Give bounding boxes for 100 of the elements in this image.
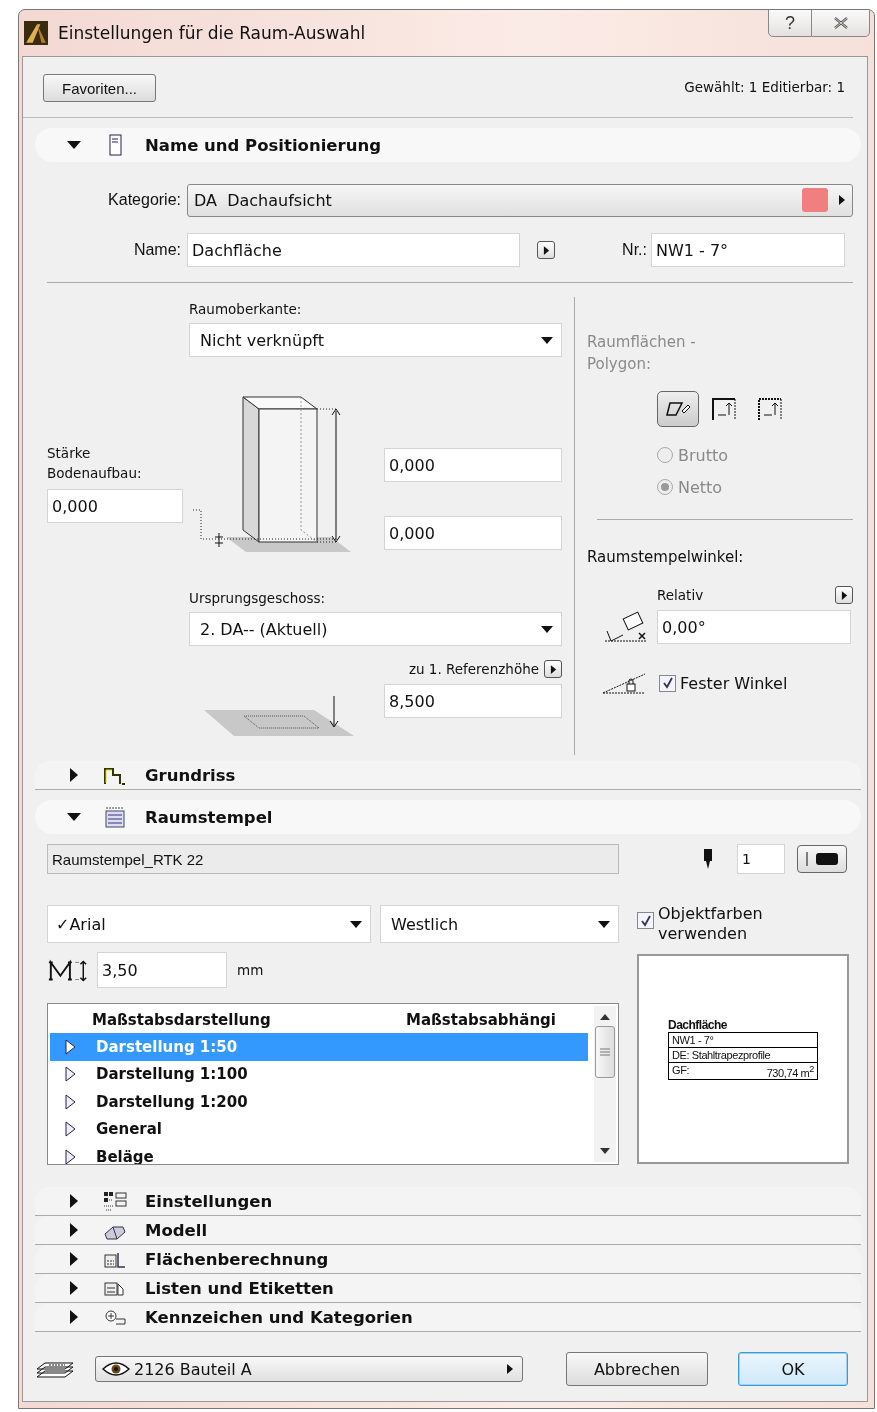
pen-field[interactable]: 1 (737, 844, 785, 874)
section-icon (103, 1189, 127, 1213)
arrow-icon (840, 589, 848, 601)
scroll-up-icon (600, 1014, 610, 1020)
font-dropdown[interactable]: ✓Arial (47, 905, 371, 943)
collapse-triangle-icon (67, 140, 81, 150)
check-icon (639, 914, 652, 927)
preview-line: NW1 - 7° (669, 1032, 817, 1048)
close-icon (832, 17, 849, 29)
check-icon (661, 677, 674, 689)
line-type-icon (804, 851, 840, 867)
checkbox-label: Objektfarben verwenden (658, 904, 764, 944)
section-header[interactable]: Einstellungen (35, 1187, 861, 1216)
category-dropdown[interactable]: DA Dachaufsicht (187, 183, 853, 217)
section-header[interactable]: Listen und Etiketten (35, 1274, 861, 1303)
section-icon (103, 805, 127, 829)
expand-triangle-icon (64, 1038, 76, 1055)
text-height-icon (47, 958, 89, 982)
field-label: Ursprungsgeschoss: (189, 590, 327, 606)
top-link-dropdown[interactable]: Nicht verknüpft (189, 323, 562, 357)
library-part-field: Raumstempel_RTK 22 (47, 844, 619, 874)
scrollbar[interactable] (594, 1006, 616, 1162)
field-label: Stärke Bodenaufbau: (47, 444, 143, 483)
field-label: zu 1. Referenzhöhe (408, 661, 539, 677)
expand-triangle-icon (64, 1093, 76, 1110)
section-header[interactable]: Raumstempel (35, 800, 861, 834)
expand-triangle-icon (69, 1281, 79, 1295)
field-label: Raumstempelwinkel: (587, 548, 745, 566)
section-header[interactable]: Flächenberechnung (35, 1245, 861, 1274)
checkbox[interactable] (659, 674, 676, 692)
field-label: Raumflächen - Polygon: (587, 332, 697, 375)
checkbox[interactable] (637, 912, 654, 929)
field-label: Nr.: (621, 241, 648, 259)
arrow-icon (549, 663, 557, 675)
close-button[interactable] (812, 10, 870, 37)
arrow-button[interactable] (835, 586, 853, 604)
section-header[interactable]: Name und Positionierung (35, 128, 861, 162)
boundary-icon (710, 396, 738, 422)
line-type-button[interactable] (797, 845, 847, 873)
section-header[interactable]: Grundriss (35, 761, 861, 790)
radio-label: Brutto (678, 445, 729, 465)
collapse-triangle-icon (67, 812, 81, 822)
preview-area-value: 730,74 m$^{2}$ (766, 1063, 814, 1079)
app-icon (24, 21, 48, 45)
section-header[interactable]: Kennzeichen und Kategorien (35, 1303, 861, 1332)
number-field[interactable]: NW1 - 7° (651, 233, 845, 267)
pen-icon (703, 849, 713, 869)
eye-icon (102, 1361, 130, 1377)
layer-dropdown[interactable]: 2126 Bauteil A (95, 1356, 523, 1382)
favorites-button[interactable]: Favoriten... (43, 74, 157, 102)
text-size-field[interactable]: 3,50 (97, 952, 227, 988)
preview-title: Dachfläche (668, 1017, 729, 1032)
floor-thickness-field[interactable]: 0,000 (47, 489, 183, 523)
expand-triangle-icon (69, 1194, 79, 1208)
arrow-button[interactable] (544, 660, 562, 678)
expand-triangle-icon (69, 1252, 79, 1266)
help-button[interactable]: ? (768, 10, 812, 37)
name-field[interactable]: Dachfläche (187, 233, 520, 267)
field-label: Name: (132, 241, 182, 259)
section-header[interactable]: Modell (35, 1216, 861, 1245)
home-story-dropdown[interactable]: 2. DA-- (Aktuell) (189, 612, 562, 646)
height-bottom-field[interactable]: 0,000 (384, 516, 562, 550)
arrow-icon (838, 194, 846, 206)
expand-triangle-icon (64, 1066, 76, 1083)
selection-info: Gewählt: 1 Editierbar: 1 (684, 79, 845, 95)
caret-icon (598, 920, 610, 928)
expand-triangle-icon (69, 768, 79, 782)
column-header[interactable]: Maßstabsabhängi (406, 1011, 556, 1029)
boundary-icon (756, 396, 784, 422)
ok-button[interactable]: OK (738, 1352, 848, 1386)
caret-icon (350, 920, 362, 928)
window-title: Einstellungen für die Raum-Auswahl (58, 23, 366, 43)
expand-triangle-icon (64, 1148, 76, 1164)
expand-triangle-icon (69, 1223, 79, 1237)
expand-triangle-icon (69, 1310, 79, 1324)
angle-mode-label: Relativ (657, 587, 704, 603)
column-header[interactable]: Maßstabsdarstellung (92, 1011, 406, 1029)
grip-icon (600, 1048, 610, 1056)
polygon-icon (664, 399, 692, 419)
arrow-button[interactable] (537, 241, 555, 259)
expand-triangle-icon (64, 1121, 76, 1138)
arrow-icon (542, 244, 550, 256)
caret-icon (541, 625, 553, 633)
field-label: Kategorie: (107, 191, 182, 209)
scroll-down-icon (600, 1148, 610, 1154)
radio-label: Netto (678, 477, 723, 497)
arrow-icon (506, 1363, 514, 1375)
list-row[interactable]: General (50, 1115, 588, 1143)
list-row[interactable]: Darstellung 1:100 (50, 1060, 588, 1088)
list-row[interactable]: Darstellung 1:200 (50, 1088, 588, 1116)
height-top-field[interactable]: 0,000 (384, 448, 562, 482)
script-dropdown[interactable]: Westlich (380, 905, 619, 943)
caret-icon (541, 336, 553, 344)
reference-height-field[interactable]: 8,500 (384, 684, 562, 718)
angle-field[interactable]: 0,00° (657, 610, 851, 644)
checkbox-label: Fester Winkel (680, 673, 788, 693)
cancel-button[interactable]: Abbrechen (566, 1352, 708, 1386)
preview-line: DE: Stahltrapezprofile (669, 1047, 817, 1063)
field-label: Raumoberkante: (189, 301, 303, 317)
preview-area-label: GF: (672, 1063, 690, 1078)
